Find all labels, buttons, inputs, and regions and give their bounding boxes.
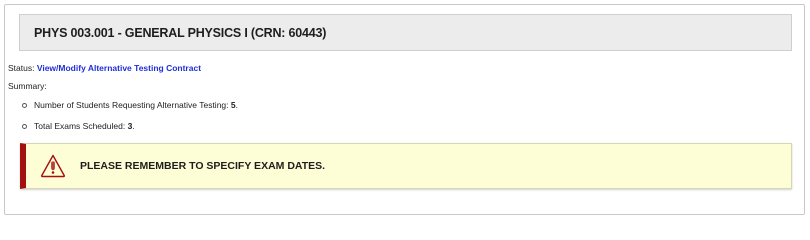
course-header: PHYS 003.001 - GENERAL PHYSICS I (CRN: 6… — [19, 14, 792, 51]
bullet-icon — [22, 103, 27, 108]
summary-item-students-requesting: Number of Students Requesting Alternativ… — [21, 99, 238, 111]
warning-triangle-icon — [40, 154, 66, 178]
course-card: PHYS 003.001 - GENERAL PHYSICS I (CRN: 6… — [4, 4, 805, 215]
status-label: Status: — [8, 63, 37, 73]
bullet-icon — [22, 124, 27, 129]
view-modify-contract-link[interactable]: View/Modify Alternative Testing Contract — [37, 63, 201, 73]
summary-item-label: Number of Students Requesting Alternativ… — [34, 100, 231, 110]
status-line: Status: View/Modify Alternative Testing … — [8, 63, 201, 73]
summary-item-suffix: . — [132, 121, 135, 131]
summary-item-total-exams: Total Exams Scheduled: 3. — [21, 120, 238, 132]
summary-item-label: Total Exams Scheduled: — [34, 121, 128, 131]
summary-label: Summary: — [8, 81, 47, 91]
summary-item-suffix: . — [235, 100, 238, 110]
exam-dates-alert: PLEASE REMEMBER TO SPECIFY EXAM DATES. — [20, 143, 792, 189]
course-title: PHYS 003.001 - GENERAL PHYSICS I (CRN: 6… — [34, 25, 327, 40]
summary-list: Number of Students Requesting Alternativ… — [21, 99, 238, 132]
alert-message: PLEASE REMEMBER TO SPECIFY EXAM DATES. — [80, 160, 326, 172]
